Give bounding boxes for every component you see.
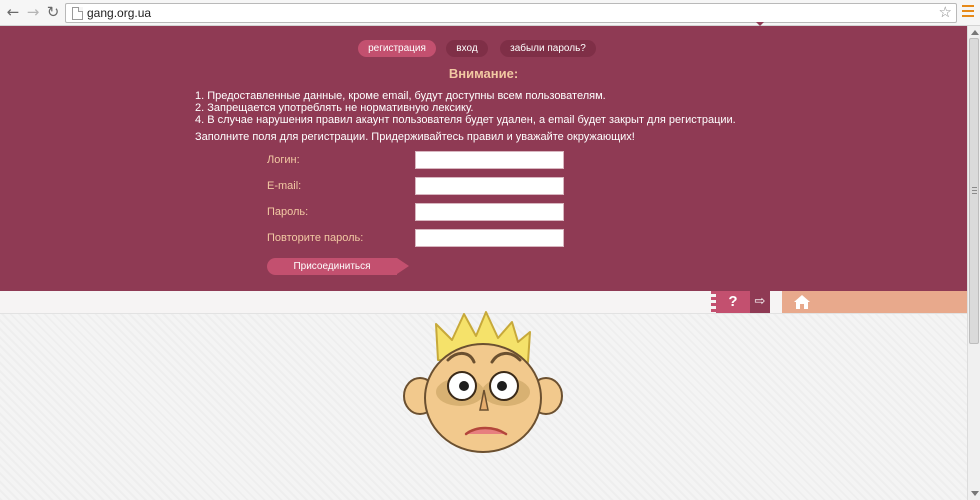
sad-character-illustration bbox=[403, 311, 563, 453]
login-notch bbox=[756, 22, 764, 26]
url-text[interactable]: gang.org.ua bbox=[87, 5, 151, 21]
email-input[interactable] bbox=[415, 177, 564, 195]
page-icon bbox=[72, 7, 83, 20]
login-icon[interactable]: ⇨ bbox=[750, 291, 770, 313]
scroll-up-arrow-icon[interactable] bbox=[971, 30, 979, 35]
rule-text: 1. Предоставленные данные, кроме email, … bbox=[195, 90, 606, 102]
registration-panel: регистрация вход забыли пароль? Внимание… bbox=[0, 26, 967, 291]
password-label: Пароль: bbox=[267, 206, 309, 218]
hamburger-menu-icon[interactable] bbox=[962, 5, 974, 20]
join-button-arrow bbox=[397, 258, 409, 274]
reload-icon[interactable]: ↻ bbox=[44, 3, 62, 21]
email-label: E-mail: bbox=[267, 180, 302, 192]
registration-intro: Заполните поля для регистрации. Придержи… bbox=[195, 131, 635, 143]
home-icon bbox=[794, 295, 810, 309]
tab-login[interactable]: вход bbox=[446, 40, 488, 57]
join-button-label[interactable]: Присоединиться bbox=[267, 258, 397, 275]
tab-registration[interactable]: регистрация bbox=[358, 40, 436, 57]
back-arrow-icon[interactable]: ← bbox=[4, 3, 22, 21]
forward-arrow-icon[interactable]: → bbox=[24, 3, 42, 21]
star-icon[interactable]: ☆ bbox=[939, 3, 952, 21]
rule-text: 2. Запрещается употреблять не нормативну… bbox=[195, 102, 474, 114]
help-button[interactable]: ? bbox=[716, 291, 750, 313]
join-button[interactable]: Присоединиться bbox=[267, 258, 409, 275]
rule-text: 4. В случае нарушения правил акаунт поль… bbox=[195, 114, 736, 126]
login-label: Логин: bbox=[267, 154, 300, 166]
scroll-down-arrow-icon[interactable] bbox=[971, 491, 979, 496]
browser-toolbar: ← → ↻ gang.org.ua ☆ bbox=[0, 0, 980, 26]
address-bar[interactable]: gang.org.ua ☆ bbox=[65, 3, 957, 23]
password-input[interactable] bbox=[415, 203, 564, 221]
repeat-password-input[interactable] bbox=[415, 229, 564, 247]
scrollbar-thumb[interactable] bbox=[969, 38, 979, 344]
notice-title: Внимание: bbox=[448, 66, 519, 81]
tab-forgot-password[interactable]: забыли пароль? bbox=[500, 40, 596, 57]
home-button[interactable] bbox=[782, 291, 967, 313]
repeat-password-label: Повторите пароль: bbox=[267, 232, 364, 244]
vertical-scrollbar[interactable] bbox=[967, 26, 980, 500]
login-input[interactable] bbox=[415, 151, 564, 169]
